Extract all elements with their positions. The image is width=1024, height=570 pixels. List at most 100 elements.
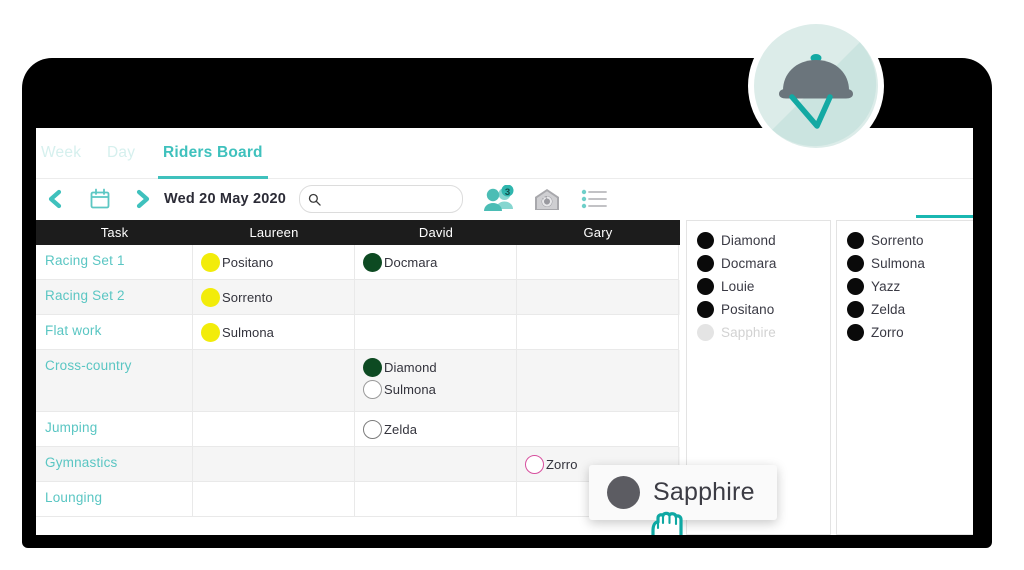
horse-chip[interactable]: Positano [201,251,354,273]
horse-dot [363,379,382,399]
horse-dot [847,255,864,272]
horse-chip[interactable]: Zelda [363,418,516,440]
app-screen: Week Day Riders Board Wed 20 May 2020 3 … [36,128,973,535]
horse-dot [363,252,382,272]
table-row[interactable]: Jumping Zelda [36,412,680,447]
list-icon[interactable] [581,188,607,210]
assignment-cell-david[interactable]: Zelda [355,412,517,447]
assignment-cell-gary[interactable] [517,412,679,447]
assignment-cell-gary[interactable] [517,315,679,350]
task-name-cell: Flat work [36,315,193,350]
assignment-cell-david[interactable] [355,447,517,482]
assignment-cell-david[interactable]: Docmara [355,245,517,280]
horse-name: Zelda [871,302,906,317]
list-item[interactable]: Louie [687,275,830,298]
assignment-cell-laureen[interactable]: Sulmona [193,315,355,350]
horse-name: Sulmona [222,324,275,340]
horse-name: Positano [222,254,274,270]
horse-chip[interactable]: Diamond [363,356,516,378]
horse-dot [697,255,714,272]
grid-header-row: Task Laureen David Gary [36,220,680,245]
assignment-cell-laureen[interactable] [193,482,355,517]
horse-dot [697,232,714,249]
calendar-icon[interactable] [88,187,112,211]
assignment-cell-david[interactable]: Diamond Sulmona [355,350,517,412]
horse-name: Zorro [871,325,904,340]
horse-name: Sapphire [721,325,776,340]
tab-day[interactable]: Day [107,144,135,162]
table-row[interactable]: Gymnastics Zorro [36,447,680,482]
horse-dot [847,324,864,341]
table-row[interactable]: Racing Set 1 Positano Docmara [36,245,680,280]
current-date-label: Wed 20 May 2020 [164,191,287,207]
horse-name: Yazz [871,279,901,294]
horse-chip[interactable]: Docmara [363,251,516,273]
search-icon [308,193,321,206]
list-item[interactable]: Sulmona [837,252,973,275]
tab-week[interactable]: Week [41,144,81,162]
horse-chip[interactable]: Sulmona [363,378,516,400]
horse-dot [697,278,714,295]
search-box[interactable] [299,185,463,213]
chevron-left-icon[interactable] [44,188,66,210]
table-row[interactable]: Flat work Sulmona [36,315,680,350]
list-item[interactable]: Sorrento [837,229,973,252]
task-name-cell: Gymnastics [36,447,193,482]
table-row[interactable]: Lounging [36,482,680,517]
panel-accent-bar [916,215,973,218]
task-name-cell: Cross-country [36,350,193,412]
task-name-cell: Jumping [36,412,193,447]
list-item[interactable]: Zelda [837,298,973,321]
panel-b-items: Sorrento Sulmona Yazz Zelda Zorro [837,229,973,344]
horse-dot [697,324,714,341]
assignment-cell-gary[interactable] [517,245,679,280]
column-header-laureen: Laureen [249,225,299,240]
list-item[interactable]: Docmara [687,252,830,275]
horse-dot [847,278,864,295]
horse-dot [697,301,714,318]
grid-body: Racing Set 1 Positano Docmara Racing Set 2 S… [36,245,680,517]
table-row[interactable]: Racing Set 2 Sorrento [36,280,680,315]
barn-icon[interactable] [533,186,561,212]
horse-dot [201,322,220,342]
assignment-cell-gary[interactable] [517,350,679,412]
horse-dot [363,419,382,439]
assignment-cell-laureen[interactable]: Positano [193,245,355,280]
assignment-cell-gary[interactable] [517,280,679,315]
assignment-cell-laureen[interactable]: Sorrento [193,280,355,315]
list-item[interactable]: Sapphire [687,321,830,344]
horse-name: Diamond [721,233,776,248]
list-item[interactable]: Positano [687,298,830,321]
task-name-cell: Lounging [36,482,193,517]
assignment-cell-laureen[interactable] [193,412,355,447]
horse-name: Sulmona [871,256,925,271]
column-header-gary: Gary [583,225,613,240]
horse-dot [847,301,864,318]
assignment-cell-laureen[interactable] [193,447,355,482]
riding-helmet-badge [746,16,886,156]
horse-list-panel-b[interactable]: Sorrento Sulmona Yazz Zelda Zorro [836,215,973,535]
horse-name: Louie [721,279,755,294]
people-icon[interactable]: 3 [483,184,517,213]
horse-name: Sulmona [384,381,437,397]
chevron-right-icon[interactable] [132,188,154,210]
horse-chip[interactable]: Sorrento [201,286,354,308]
horse-dot [363,357,382,377]
horse-name: Zelda [384,421,418,437]
list-item[interactable]: Yazz [837,275,973,298]
list-item[interactable]: Zorro [837,321,973,344]
assignment-cell-david[interactable] [355,482,517,517]
list-item[interactable]: Diamond [687,229,830,252]
horse-name: Sorrento [871,233,924,248]
assignment-cell-david[interactable] [355,315,517,350]
tab-riders-board[interactable]: Riders Board [158,144,268,179]
horse-dot [525,454,544,474]
horse-name: Zorro [546,456,578,472]
horse-chip[interactable]: Sulmona [201,321,354,343]
assignment-cell-laureen[interactable] [193,350,355,412]
horse-name: Docmara [721,256,777,271]
horse-name: Positano [721,302,775,317]
assignment-cell-david[interactable] [355,280,517,315]
table-row[interactable]: Cross-country Diamond Sulmona [36,350,680,412]
search-input[interactable] [325,191,449,207]
